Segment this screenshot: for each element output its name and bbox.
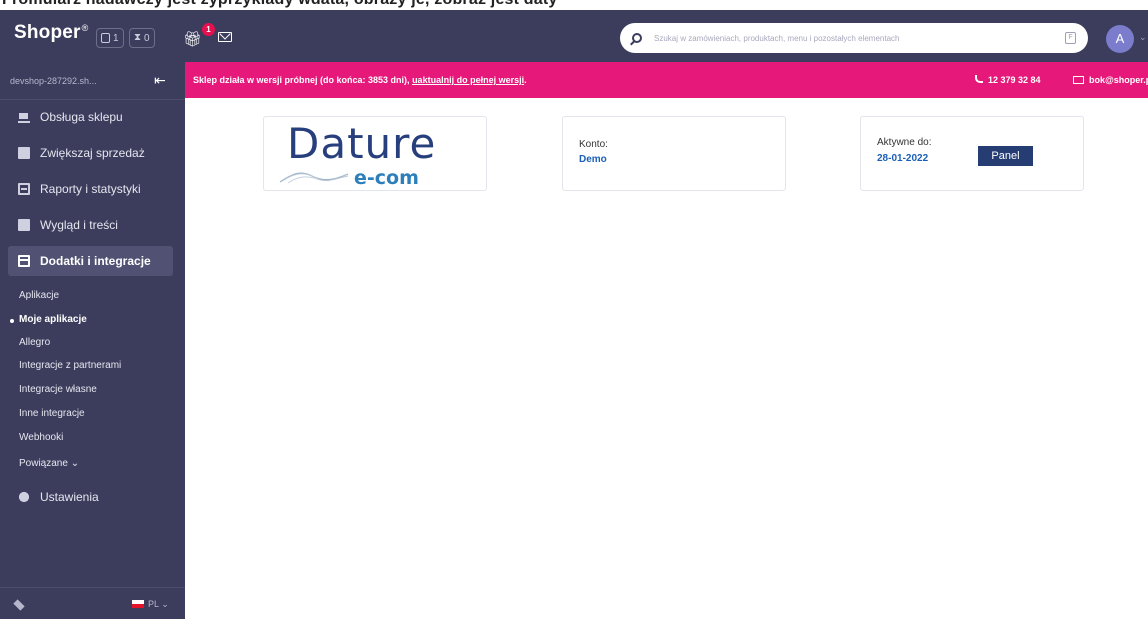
mail-icon[interactable] (218, 32, 232, 42)
submenu-aplikacje[interactable]: Aplikacje (19, 290, 59, 301)
pending-counter[interactable]: ⧗ 0 (129, 28, 155, 48)
avatar[interactable]: A (1106, 25, 1134, 53)
dature-logo-text: Dature (287, 119, 437, 168)
submenu-inne-integracje[interactable]: Inne integracje (19, 408, 85, 419)
search-input[interactable] (654, 33, 1044, 43)
orders-counter[interactable]: 1 (96, 28, 124, 48)
sidebar-item-label: Obsługa sklepu (40, 110, 123, 124)
sidebar: devshop-287292.sh... ⇤ Obsługa sklepu Zw… (0, 62, 185, 619)
submenu-integracje-wlasne[interactable]: Integracje własne (19, 384, 97, 395)
logo-text: Shoper (14, 22, 81, 43)
sidebar-item-wyglad[interactable]: Wygląd i treści (8, 210, 173, 240)
shop-name: devshop-287292.sh... (10, 76, 97, 86)
language-code: PL (148, 599, 159, 609)
sidebar-item-label: Dodatki i integracje (40, 254, 151, 268)
orders-count: 1 (113, 32, 119, 44)
trial-message-text: Sklep działa w wersji próbnej (do końca:… (193, 75, 413, 85)
account-label: Konto: (579, 139, 608, 150)
language-selector[interactable]: PL ⌄ (148, 599, 169, 610)
submenu-integracje-z-partnerami[interactable]: Integracje z partnerami (19, 360, 121, 371)
submenu-label: Powiązane (19, 458, 68, 469)
phone-number: 12 379 32 84 (988, 75, 1041, 85)
gift-badge: 1 (202, 23, 215, 36)
dature-swoosh-icon (279, 172, 349, 184)
submenu-allegro[interactable]: Allegro (19, 337, 50, 348)
collapse-sidebar-icon[interactable]: ⇤ (154, 72, 166, 89)
ecom-logo-text: e-com (354, 167, 419, 189)
chevron-down-icon: ⌄ (70, 458, 80, 469)
submenu-powiazane[interactable]: Powiązane ⌄ (19, 458, 79, 469)
pending-count: 0 (144, 32, 150, 44)
account-value: Demo (579, 154, 607, 165)
sidebar-footer: PL ⌄ (0, 587, 185, 619)
shoper-logo[interactable]: Shoper® (14, 22, 89, 44)
submenu-moje-aplikacje[interactable]: Moje aplikacje (19, 314, 87, 325)
search-icon (632, 33, 642, 43)
phone-icon (975, 75, 983, 83)
global-search[interactable]: F (620, 23, 1088, 53)
keyboard-shortcut-icon: F (1065, 32, 1076, 44)
sidebar-item-dodatki[interactable]: Dodatki i integracje (8, 246, 173, 276)
trial-alert-banner: Sklep działa w wersji próbnej (do końca:… (185, 62, 1148, 98)
layers-icon[interactable] (13, 599, 25, 611)
sidebar-item-label: Raporty i statystyki (40, 182, 141, 196)
chevron-down-icon[interactable]: ⌄ (1139, 32, 1147, 43)
upgrade-link[interactable]: uaktualnij do pełnej wersji (412, 75, 524, 85)
active-until-label: Aktywne do: (877, 137, 932, 148)
poland-flag-icon[interactable] (132, 600, 144, 608)
report-icon (18, 183, 30, 195)
sidebar-item-zwiekszaj-sprzedaz[interactable]: Zwiększaj sprzedaż (8, 138, 173, 168)
sidebar-item-obsluga-sklepu[interactable]: Obsługa sklepu (8, 102, 173, 132)
orders-icon (101, 33, 110, 43)
support-email[interactable]: bok@shoper.p (1073, 75, 1148, 85)
top-navigation-bar: Shoper® 1 ⧗ 0 🎁︎ 1 F A ⌄ (0, 10, 1148, 62)
logo-registered-mark: ® (81, 22, 89, 33)
trial-message-suffix: . (524, 75, 527, 85)
sidebar-item-label: Ustawienia (40, 490, 99, 504)
sidebar-item-raporty[interactable]: Raporty i statystyki (8, 174, 173, 204)
panel-button[interactable]: Panel (978, 146, 1033, 166)
top-overlay-strip: Fromularz nadawczy jest zyprzykłady wdat… (0, 0, 1148, 10)
gear-icon (18, 491, 30, 503)
sidebar-item-label: Zwiększaj sprzedaż (40, 146, 145, 160)
account-card: Konto: Demo (562, 116, 786, 191)
submenu-webhooki[interactable]: Webhooki (19, 432, 63, 443)
current-item-dot (10, 319, 14, 323)
image-icon (18, 219, 30, 231)
shop-switcher[interactable]: devshop-287292.sh... ⇤ (0, 62, 185, 100)
cart-icon (18, 111, 30, 123)
app-logo-card: Dature e-com (263, 116, 487, 191)
sidebar-item-label: Wygląd i treści (40, 218, 118, 232)
gift-icon[interactable]: 🎁︎ (183, 30, 202, 48)
envelope-icon (1073, 76, 1084, 84)
email-address: bok@shoper.p (1089, 75, 1148, 85)
support-phone[interactable]: 12 379 32 84 (975, 75, 1041, 85)
active-until-card: Aktywne do: 28-01-2022 Panel (860, 116, 1084, 191)
active-until-date: 28-01-2022 (877, 153, 929, 164)
window-icon (18, 255, 30, 267)
top-overlay-text: Fromularz nadawczy jest zyprzykłady wdat… (2, 0, 558, 9)
chart-icon (18, 147, 30, 159)
sidebar-item-ustawienia[interactable]: Ustawienia (8, 482, 173, 512)
trial-message: Sklep działa w wersji próbnej (do końca:… (193, 75, 527, 85)
hourglass-icon: ⧗ (134, 32, 142, 43)
